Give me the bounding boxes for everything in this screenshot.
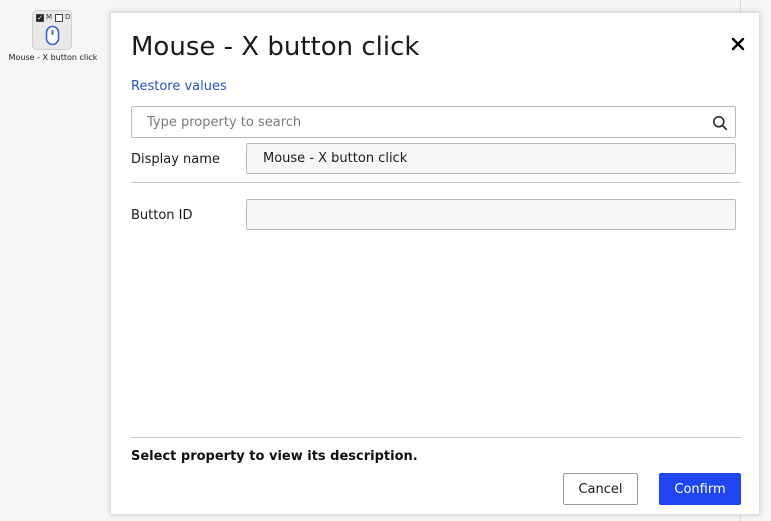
property-description: Select property to view its description. xyxy=(131,449,418,464)
display-name-input[interactable] xyxy=(246,143,736,174)
button-id-input[interactable] xyxy=(246,199,736,230)
node-tile[interactable]: ✓ M D xyxy=(32,10,72,50)
node-checkbox-d-label: D xyxy=(65,13,71,21)
property-search-input[interactable] xyxy=(132,107,702,137)
cancel-button[interactable]: Cancel xyxy=(563,473,638,505)
workflow-node[interactable]: ✓ M D Mouse - X button click xyxy=(0,8,106,68)
close-button[interactable] xyxy=(729,35,747,53)
property-search xyxy=(131,106,736,138)
node-label: Mouse - X button click xyxy=(8,53,98,62)
restore-values-link[interactable]: Restore values xyxy=(131,79,227,94)
close-icon xyxy=(731,37,745,51)
dialog-title: Mouse - X button click xyxy=(131,32,420,62)
button-id-label: Button ID xyxy=(131,208,193,223)
node-checkbox-d[interactable] xyxy=(55,14,63,22)
node-checkbox-m[interactable]: ✓ xyxy=(36,14,44,22)
description-divider xyxy=(131,437,741,438)
mouse-icon xyxy=(45,25,60,50)
node-checkbox-m-label: M xyxy=(46,13,53,21)
properties-dialog: Mouse - X button click Restore values Di… xyxy=(110,12,760,515)
search-icon[interactable] xyxy=(712,115,728,131)
confirm-button[interactable]: Confirm xyxy=(659,473,741,505)
property-divider xyxy=(131,182,741,183)
display-name-label: Display name xyxy=(131,152,220,167)
